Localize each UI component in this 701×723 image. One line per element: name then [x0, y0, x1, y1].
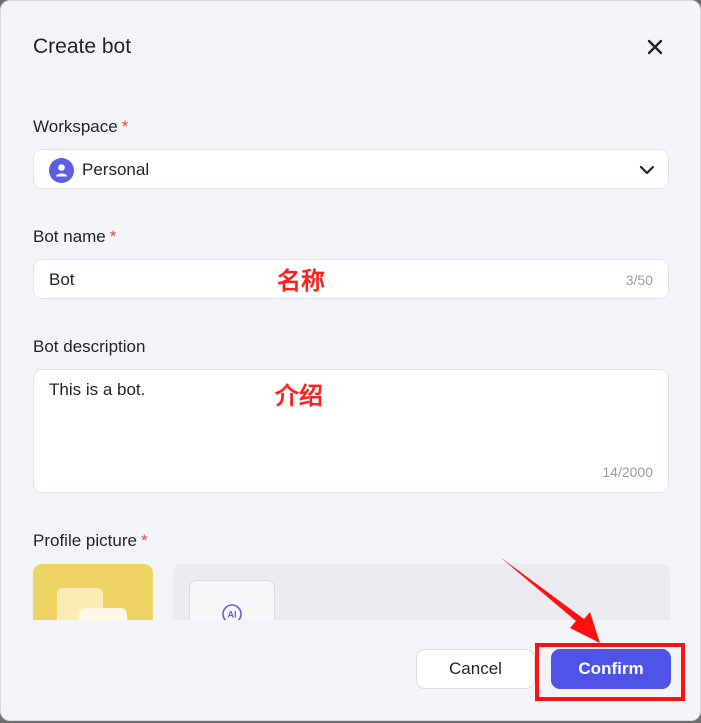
- required-mark: *: [121, 117, 129, 136]
- required-mark: *: [140, 531, 148, 550]
- pointer-arrow-icon: [500, 557, 600, 643]
- create-bot-dialog: Create bot Workspace * Personal Bot name *…: [0, 0, 701, 721]
- avatar-shape: [79, 608, 127, 620]
- profile-picture-preview[interactable]: [33, 564, 153, 620]
- user-icon: [49, 158, 74, 183]
- ai-icon: AI: [221, 603, 243, 620]
- confirm-highlight-box: [535, 643, 685, 701]
- bot-description-label: Bot description: [33, 337, 146, 356]
- svg-text:AI: AI: [228, 610, 237, 620]
- close-icon[interactable]: [642, 34, 668, 60]
- ai-generate-avatar-button[interactable]: AI: [189, 580, 275, 620]
- bot-description-counter: 14/2000: [602, 464, 653, 480]
- name-annotation: 名称: [277, 267, 325, 295]
- bot-description-textarea[interactable]: This is a bot. 14/2000: [33, 369, 669, 493]
- workspace-select[interactable]: Personal: [33, 149, 669, 189]
- profile-picture-label-text: Profile picture: [33, 531, 137, 550]
- required-mark: *: [109, 227, 117, 246]
- dialog-title: Create bot: [33, 35, 132, 58]
- profile-picture-label: Profile picture *: [33, 531, 148, 551]
- bot-name-label-text: Bot name: [33, 227, 106, 246]
- bot-name-input[interactable]: Bot 3/50: [33, 259, 669, 299]
- cancel-button[interactable]: Cancel: [416, 649, 535, 689]
- bot-name-value: Bot: [49, 270, 75, 289]
- description-annotation: 介绍: [275, 382, 323, 410]
- chevron-down-icon[interactable]: [638, 161, 656, 179]
- workspace-label-text: Workspace: [33, 117, 118, 136]
- bot-name-counter: 3/50: [625, 272, 653, 288]
- workspace-label: Workspace *: [33, 117, 128, 137]
- workspace-selected-value: Personal: [82, 160, 150, 179]
- bot-name-label: Bot name *: [33, 227, 116, 247]
- bot-description-value: This is a bot.: [49, 380, 146, 399]
